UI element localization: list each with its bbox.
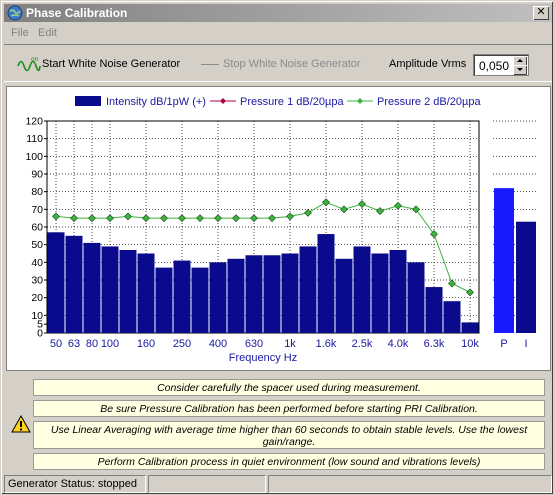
y-tick-label: 50 [31,239,43,251]
x-tick-label: 80 [86,338,98,350]
intensity-bar [209,262,227,333]
x-tick-label: 10k [461,338,479,350]
y-tick-label: 110 [26,133,43,145]
intensity-bar [263,255,281,333]
svg-text:on: on [31,56,39,63]
x-tick-label: 1.6k [316,338,337,350]
message-2: Be sure Pressure Calibration has been pe… [33,400,545,417]
legend-label-intensity: Intensity dB/1pW (+) [106,96,206,108]
intensity-bar [389,249,407,333]
intensity-bar [317,234,335,333]
message-3: Use Linear Averaging with average time h… [33,421,545,449]
intensity-bar [371,253,389,333]
legend-label-pressure2: Pressure 2 dB/20µpa [377,96,481,108]
start-generator-button[interactable]: Start White Noise Generator [42,58,180,70]
y-tick-label: 100 [25,151,43,163]
extra-bar [494,188,514,333]
frequency-chart: Intensity dB/1pW (+) Pressure 1 dB/20µpa P… [25,96,537,364]
intensity-bar [173,260,191,333]
title-bar: Phase Calibration ✕ [4,4,552,22]
amplitude-spinbox[interactable]: 0,050 [473,54,529,76]
y-tick-label: 70 [31,204,43,216]
intensity-bar [443,301,461,333]
chart-panel: Intensity dB/1pW (+) Pressure 1 dB/20µpa P… [6,86,551,371]
x-tick-label: 2.5k [352,338,373,350]
x-axis-title: Frequency Hz [229,352,297,364]
x-tick-label: 400 [209,338,227,350]
y-tick-label: 10 [31,310,43,322]
legend-marker-pressure1 [220,98,226,104]
message-1: Consider carefully the spacer used durin… [33,379,545,396]
amplitude-value[interactable]: 0,050 [479,59,509,73]
x-tick-label: 160 [137,338,155,350]
intensity-bar [353,246,371,333]
intensity-bar [245,255,263,333]
menu-file[interactable]: File [11,27,29,39]
x-tick-label: 100 [101,338,119,350]
x-tick-label: 6.3k [424,338,445,350]
stop-generator-icon [201,64,219,65]
intensity-bar [281,253,299,333]
close-button[interactable]: ✕ [533,6,549,20]
message-4: Perform Calibration process in quiet env… [33,453,545,470]
sine-wave-icon[interactable]: on [17,54,41,76]
messages-panel: Consider carefully the spacer used durin… [6,375,551,471]
extra-tick-label: I [524,338,527,350]
y-tick-label: 30 [31,275,43,287]
x-tick-label: 50 [50,338,62,350]
toolbar: on Start White Noise Generator Stop Whit… [4,44,552,82]
intensity-bar [101,246,119,333]
intensity-bar [299,246,317,333]
extra-bar [516,221,536,333]
y-tick-label: 60 [31,222,43,234]
intensity-bar [47,232,65,333]
intensity-bar [407,262,425,333]
generator-status: Generator Status: stopped [4,475,146,493]
app-globe-icon [7,5,23,21]
status-cell-3 [268,475,552,493]
x-tick-label: 630 [245,338,263,350]
phase-calibration-window: Phase Calibration ✕ File Edit on Start W… [0,0,554,495]
intensity-bar [227,258,245,333]
intensity-bar [191,267,209,333]
intensity-bar [137,253,155,333]
y-tick-label: 40 [31,257,43,269]
legend-marker-pressure2 [357,98,363,104]
amplitude-label: Amplitude Vrms [389,58,467,70]
y-tick-label: 20 [31,292,43,304]
legend-label-pressure1: Pressure 1 dB/20µpa [240,96,344,108]
extra-tick-label: P [500,338,507,350]
y-tick-label: 90 [31,169,43,181]
intensity-bar [119,249,137,333]
x-tick-label: 4.0k [388,338,409,350]
intensity-bar [425,287,443,333]
warning-icon [11,415,31,433]
y-tick-label: 80 [31,186,43,198]
x-tick-label: 250 [173,338,191,350]
status-bar: Generator Status: stopped [4,475,552,493]
spin-down-button[interactable] [513,65,527,75]
legend-swatch-intensity [75,96,101,106]
window-title: Phase Calibration [26,6,128,20]
y-tick-label: 120 [25,116,43,128]
menu-edit[interactable]: Edit [38,27,57,39]
intensity-bar [461,322,479,333]
intensity-bar [83,242,101,333]
intensity-bar [335,258,353,333]
menu-bar: File Edit [4,24,552,42]
intensity-bar [155,267,173,333]
x-tick-label: 1k [284,338,296,350]
status-cell-2 [148,475,266,493]
intensity-bar [65,235,83,333]
stop-generator-button[interactable]: Stop White Noise Generator [223,58,361,70]
x-tick-label: 63 [68,338,80,350]
